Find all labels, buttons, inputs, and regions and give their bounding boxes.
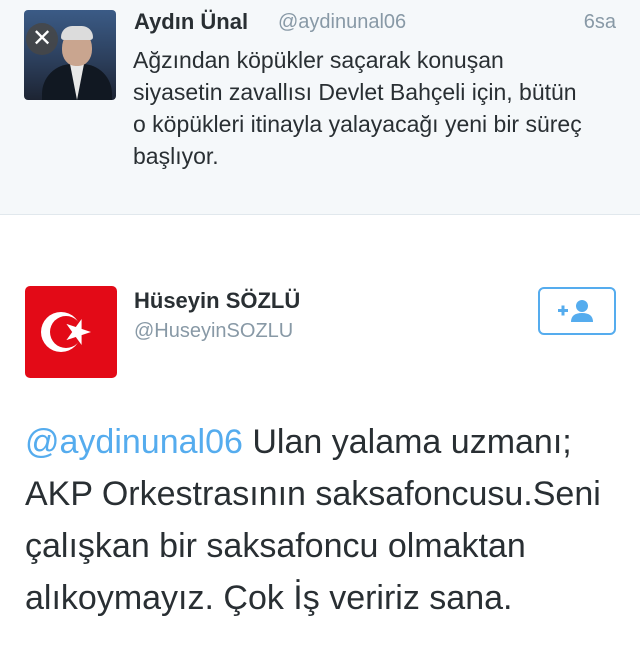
author-handle[interactable]: @aydinunal06 xyxy=(278,11,406,34)
turkish-flag-icon xyxy=(41,312,91,352)
author-name[interactable]: Aydın Ünal xyxy=(134,9,248,35)
divider xyxy=(0,214,640,215)
mention-link[interactable]: @aydinunal06 xyxy=(25,423,243,461)
tweet-text: @aydinunal06 Ulan yalama uzmanı; AKP Ork… xyxy=(25,416,625,624)
avatar-hair xyxy=(61,26,93,40)
close-icon[interactable]: ✕ xyxy=(26,23,58,55)
avatar-huseyin-sozlu[interactable] xyxy=(25,286,117,378)
tweet-text: Ağzından köpükler saçarak konuşan siyase… xyxy=(133,47,582,169)
tweet-timestamp[interactable]: 6sa xyxy=(584,11,616,34)
tweet-card-aydin-unal[interactable]: ✕ Aydın Ünal @aydinunal06 6sa Ağzından k… xyxy=(0,0,640,214)
add-user-icon xyxy=(558,300,593,322)
author-handle[interactable]: @HuseyinSOZLU xyxy=(134,320,293,343)
follow-button[interactable] xyxy=(538,287,616,335)
author-name[interactable]: Hüseyin SÖZLÜ xyxy=(134,288,300,314)
